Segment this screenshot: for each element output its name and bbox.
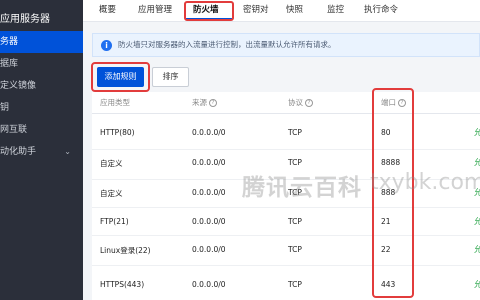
notice-text: 防火墙只对服务器的入流量进行控制，出流量默认允许所有请求。 bbox=[118, 40, 336, 49]
help-icon[interactable]: ? bbox=[209, 99, 217, 107]
table-row[interactable]: FTP(21) 0.0.0.0/0 TCP 21 允 bbox=[92, 208, 480, 236]
cell-app-type: 自定义 bbox=[100, 159, 123, 168]
cell-app-type: Linux登录(22) bbox=[100, 246, 151, 255]
column-header-protocol: 协议? bbox=[288, 92, 313, 114]
cell-app-type: HTTP(80) bbox=[100, 128, 135, 137]
tab-overview[interactable]: 概要 bbox=[99, 0, 116, 22]
table-row[interactable]: Linux登录(22) 0.0.0.0/0 TCP 22 允 bbox=[92, 236, 480, 266]
status-text: 允 bbox=[474, 217, 480, 226]
cell-source: 0.0.0.0/0 bbox=[192, 217, 226, 226]
sidebar-item-automation[interactable]: 动化助手 ⌄ bbox=[0, 141, 83, 163]
status-text: 允 bbox=[474, 245, 480, 254]
column-header-app-type: 应用类型 bbox=[100, 98, 130, 107]
info-notice: i 防火墙只对服务器的入流量进行控制，出流量默认允许所有请求。 bbox=[92, 33, 480, 57]
column-header-label: 协议 bbox=[288, 98, 303, 107]
cell-app-type: FTP(21) bbox=[100, 217, 129, 226]
cell-protocol: TCP bbox=[288, 158, 302, 167]
cell-protocol: TCP bbox=[288, 280, 302, 289]
sidebar-item-servers[interactable]: 务器 bbox=[0, 31, 83, 53]
help-icon[interactable]: ? bbox=[305, 99, 313, 107]
tab-run-command[interactable]: 执行命令 bbox=[364, 0, 398, 22]
chevron-down-icon: ⌄ bbox=[64, 147, 71, 156]
cell-source: 0.0.0.0/0 bbox=[192, 245, 226, 254]
status-text: 允 bbox=[474, 128, 480, 137]
watermark-text: 腾讯云百科 bbox=[242, 175, 362, 201]
tab-monitoring[interactable]: 监控 bbox=[327, 0, 344, 22]
tab-bar: 概要 应用管理 防火墙 密钥对 快照 监控 执行命令 bbox=[83, 0, 480, 22]
sidebar-item-custom-image[interactable]: 定义镜像 bbox=[0, 75, 83, 97]
column-header-source: 来源? bbox=[192, 92, 217, 114]
sort-button[interactable]: 排序 bbox=[152, 67, 189, 87]
cell-protocol: TCP bbox=[288, 245, 302, 254]
add-button-highlight-box bbox=[91, 62, 150, 92]
cell-app-type: HTTPS(443) bbox=[100, 280, 145, 289]
tab-key-pairs[interactable]: 密钥对 bbox=[243, 0, 269, 22]
table-row[interactable]: HTTP(80) 0.0.0.0/0 TCP 80 允 bbox=[92, 114, 480, 150]
sidebar: 应用服务器 务器 据库 定义镜像 钥 网互联 动化助手 ⌄ bbox=[0, 0, 83, 300]
watermark-domain: txybk.com bbox=[370, 170, 480, 195]
sidebar-item-keys[interactable]: 钥 bbox=[0, 97, 83, 119]
table-row[interactable]: HTTPS(443) 0.0.0.0/0 TCP 443 允 bbox=[92, 266, 480, 300]
tab-highlight-box bbox=[184, 1, 234, 21]
cell-source: 0.0.0.0/0 bbox=[192, 158, 226, 167]
info-icon: i bbox=[101, 40, 112, 51]
sidebar-item-label: 动化助手 bbox=[0, 147, 37, 157]
tab-app-management[interactable]: 应用管理 bbox=[138, 0, 172, 22]
tab-snapshots[interactable]: 快照 bbox=[286, 0, 303, 22]
status-text: 允 bbox=[474, 158, 480, 167]
sidebar-title: 应用服务器 bbox=[0, 14, 50, 25]
table-header: 应用类型 来源? 协议? 端口? bbox=[92, 92, 480, 114]
column-header-label: 来源 bbox=[192, 98, 207, 107]
sidebar-item-database[interactable]: 据库 bbox=[0, 53, 83, 75]
cell-protocol: TCP bbox=[288, 217, 302, 226]
status-text: 允 bbox=[474, 280, 480, 289]
cell-protocol: TCP bbox=[288, 128, 302, 137]
cell-app-type: 自定义 bbox=[100, 189, 123, 198]
sidebar-item-intranet[interactable]: 网互联 bbox=[0, 119, 83, 141]
cell-source: 0.0.0.0/0 bbox=[192, 280, 226, 289]
cell-source: 0.0.0.0/0 bbox=[192, 128, 226, 137]
cell-source: 0.0.0.0/0 bbox=[192, 188, 226, 197]
